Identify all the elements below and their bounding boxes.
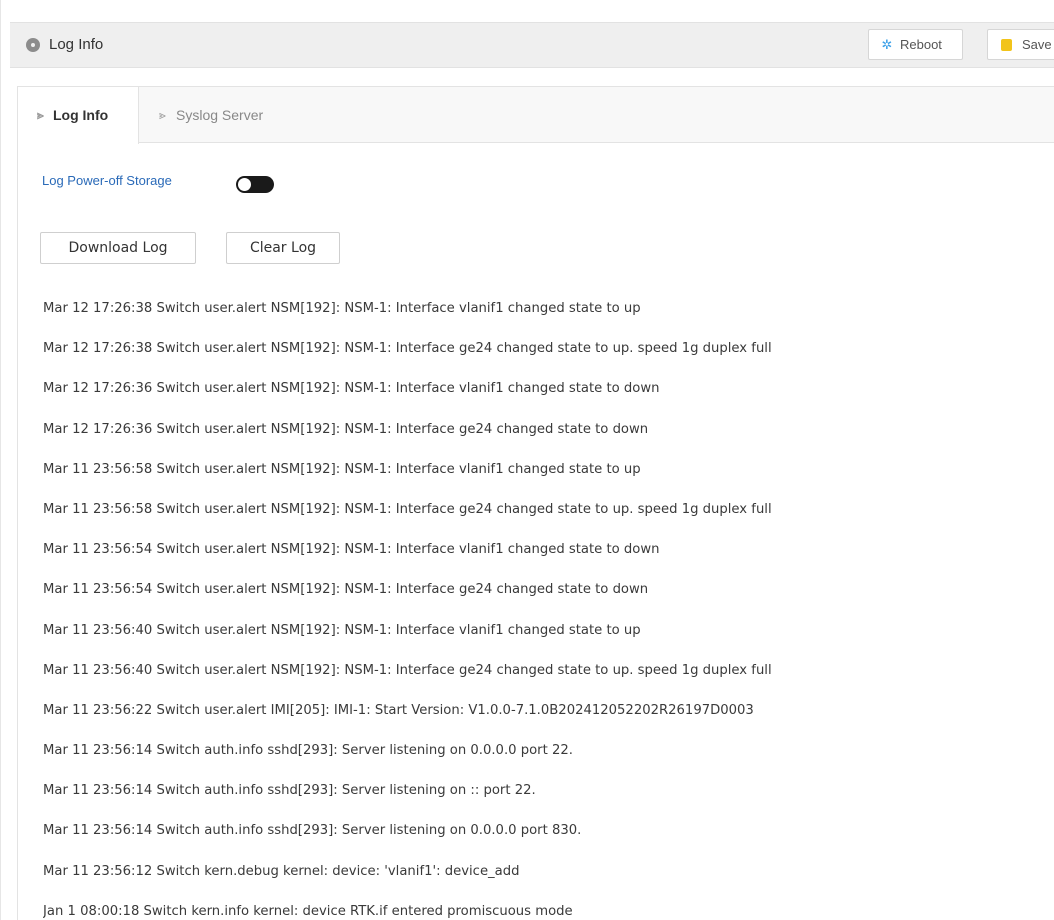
log-entry: Mar 11 23:56:14 Switch auth.info sshd[29… (43, 783, 536, 799)
log-entry: Mar 11 23:56:14 Switch auth.info sshd[29… (43, 743, 573, 759)
save-button[interactable]: Save (987, 29, 1054, 60)
header-bar: Log Info ✲ Reboot Save (10, 22, 1054, 68)
log-power-off-storage-label: Log Power-off Storage (42, 173, 172, 188)
reboot-spinner-icon: ✲ (881, 37, 893, 52)
save-button-label: Save (1022, 37, 1052, 52)
chevron-right-icon: ⪢ (37, 108, 44, 122)
log-entry: Jan 1 08:00:18 Switch kern.info kernel: … (43, 903, 573, 919)
tab-syslog-server-label: Syslog Server (176, 107, 264, 123)
save-icon (1001, 39, 1012, 51)
log-power-off-storage-toggle[interactable] (236, 176, 274, 193)
tab-syslog-server[interactable]: ⪢ Syslog Server (139, 87, 299, 144)
reboot-button[interactable]: ✲ Reboot (868, 29, 963, 60)
log-info-page: Log Info ✲ Reboot Save ⪢ Log Info ⪢ Sysl… (0, 0, 1054, 920)
tab-log-info-label: Log Info (53, 107, 109, 123)
log-entry: Mar 11 23:56:54 Switch user.alert NSM[19… (43, 542, 660, 558)
clear-log-button[interactable]: Clear Log (226, 232, 340, 264)
chevron-right-icon: ⪢ (159, 108, 166, 122)
log-entry: Mar 11 23:56:22 Switch user.alert IMI[20… (43, 702, 754, 718)
log-entry: Mar 11 23:56:54 Switch user.alert NSM[19… (43, 582, 649, 598)
tab-bar: ⪢ Log Info ⪢ Syslog Server (18, 87, 1054, 144)
log-list: Mar 12 17:26:38 Switch user.alert NSM[19… (43, 300, 1043, 920)
log-entry: Mar 12 17:26:38 Switch user.alert NSM[19… (43, 341, 772, 357)
log-entry: Mar 11 23:56:58 Switch user.alert NSM[19… (43, 501, 772, 517)
log-entry: Mar 11 23:56:58 Switch user.alert NSM[19… (43, 461, 641, 477)
download-log-button[interactable]: Download Log (40, 232, 196, 264)
reboot-button-label: Reboot (900, 37, 942, 52)
page-title: Log Info (49, 36, 104, 53)
tab-log-info[interactable]: ⪢ Log Info (18, 87, 139, 144)
toggle-knob (238, 178, 251, 191)
log-entry: Mar 12 17:26:38 Switch user.alert NSM[19… (43, 301, 641, 316)
log-entry: Mar 11 23:56:40 Switch user.alert NSM[19… (43, 662, 772, 678)
log-entry: Mar 11 23:56:12 Switch kern.debug kernel… (43, 863, 520, 879)
log-entry: Mar 11 23:56:40 Switch user.alert NSM[19… (43, 622, 641, 638)
info-circle-icon (26, 38, 40, 52)
log-entry: Mar 11 23:56:14 Switch auth.info sshd[29… (43, 823, 582, 839)
log-entry: Mar 12 17:26:36 Switch user.alert NSM[19… (43, 421, 649, 437)
log-entry: Mar 12 17:26:36 Switch user.alert NSM[19… (43, 381, 660, 397)
